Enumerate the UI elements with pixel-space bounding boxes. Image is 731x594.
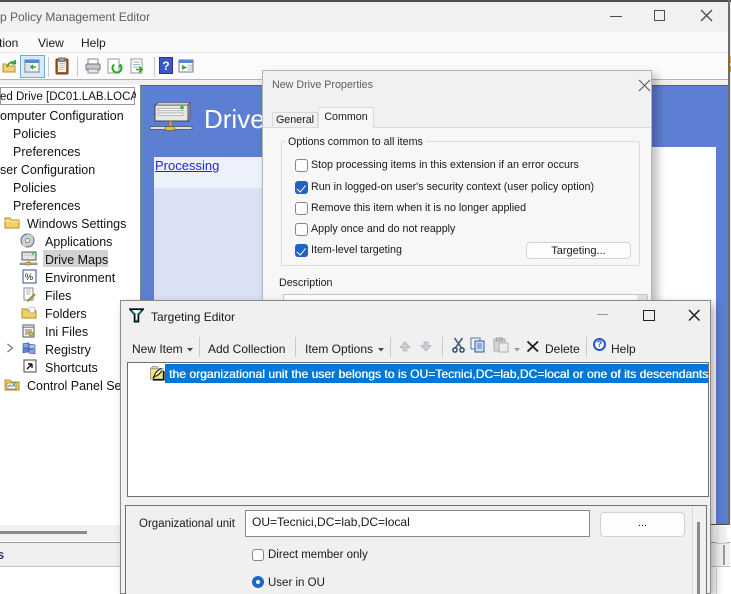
svg-text:%: % [25, 272, 33, 282]
